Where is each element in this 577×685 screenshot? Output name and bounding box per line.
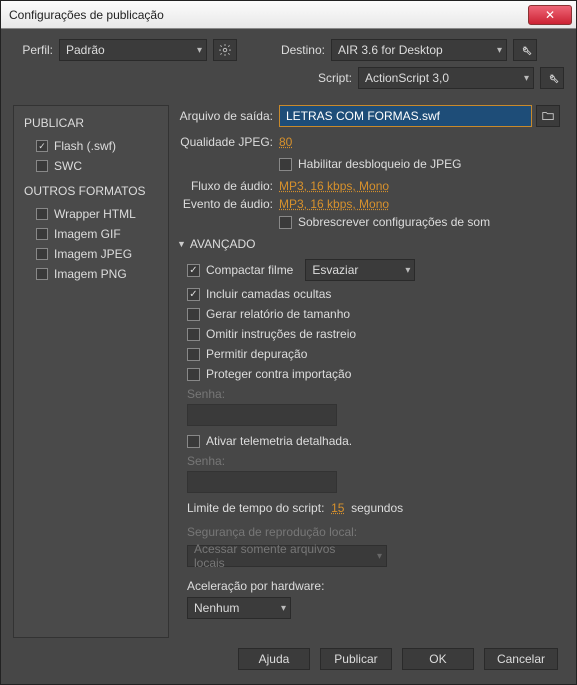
checkbox-icon[interactable] (36, 268, 48, 280)
audio-flow-label: Fluxo de áudio: (177, 179, 273, 193)
profile-label: Perfil: (13, 43, 53, 57)
compact-checkbox[interactable]: ✓ (187, 264, 200, 277)
jpeg-unlock-checkbox[interactable] (279, 158, 292, 171)
advanced-section-toggle[interactable]: ▼ AVANÇADO (177, 237, 560, 251)
audio-flow-value[interactable]: MP3, 16 kbps, Mono (279, 179, 389, 193)
browse-button[interactable] (536, 105, 560, 127)
checkbox-icon[interactable] (36, 228, 48, 240)
ok-button[interactable]: OK (402, 648, 474, 670)
profile-settings-button[interactable] (213, 39, 237, 61)
telemetry-checkbox[interactable] (187, 435, 200, 448)
jpeg-quality-label: Qualidade JPEG: (177, 135, 273, 149)
password-input-1 (187, 404, 337, 426)
help-button[interactable]: Ajuda (238, 648, 310, 670)
hw-accel-label: Aceleração por hardware: (187, 579, 560, 593)
password-label-2: Senha: (187, 454, 560, 468)
hw-accel-select[interactable]: Nenhum (187, 597, 291, 619)
sidebar-item-jpeg[interactable]: Imagem JPEG (18, 244, 164, 264)
footer: Ajuda Publicar OK Cancelar (13, 638, 564, 676)
target-select[interactable]: AIR 3.6 for Desktop (331, 39, 507, 61)
size-report-checkbox[interactable] (187, 308, 200, 321)
password-label-1: Senha: (187, 387, 560, 401)
compact-label: Compactar filme (206, 263, 293, 277)
protect-import-label: Proteger contra importação (206, 367, 351, 381)
checkbox-icon[interactable] (36, 248, 48, 260)
script-label: Script: (280, 71, 352, 85)
script-settings-button[interactable] (540, 67, 564, 89)
allow-debug-checkbox[interactable] (187, 348, 200, 361)
local-security-label: Segurança de reprodução local: (187, 525, 560, 539)
sidebar-head-other: OUTROS FORMATOS (18, 182, 164, 204)
titlebar: Configurações de publicação ✕ (1, 1, 576, 29)
checkbox-icon[interactable]: ✓ (36, 140, 48, 152)
audio-event-value[interactable]: MP3, 16 kbps, Mono (279, 197, 389, 211)
dialog-window: Configurações de publicação ✕ Perfil: Pa… (0, 0, 577, 685)
allow-debug-label: Permitir depuração (206, 347, 307, 361)
checkbox-icon[interactable] (36, 208, 48, 220)
size-report-label: Gerar relatório de tamanho (206, 307, 350, 321)
jpeg-quality-value[interactable]: 80 (279, 135, 292, 149)
telemetry-label: Ativar telemetria detalhada. (206, 434, 352, 448)
sidebar-item-png[interactable]: Imagem PNG (18, 264, 164, 284)
target-label: Destino: (253, 43, 325, 57)
script-limit-value[interactable]: 15 (331, 501, 344, 515)
target-settings-button[interactable] (513, 39, 537, 61)
folder-icon (541, 109, 555, 123)
compact-mode-select[interactable]: Esvaziar (305, 259, 415, 281)
protect-import-checkbox[interactable] (187, 368, 200, 381)
sidebar-item-wrapper[interactable]: Wrapper HTML (18, 204, 164, 224)
publish-button[interactable]: Publicar (320, 648, 392, 670)
settings-pane: Arquivo de saída: Qualidade JPEG: 80 Hab… (177, 105, 564, 638)
local-security-select: Acessar somente arquivos locais (187, 545, 387, 567)
password-input-2 (187, 471, 337, 493)
hidden-layers-checkbox[interactable]: ✓ (187, 288, 200, 301)
audio-event-label: Evento de áudio: (177, 197, 273, 211)
sidebar-item-swc[interactable]: SWC (18, 156, 164, 176)
script-limit-row: Limite de tempo do script: 15 segundos (187, 501, 560, 515)
override-sound-checkbox[interactable] (279, 216, 292, 229)
gear-icon (218, 43, 232, 57)
cancel-button[interactable]: Cancelar (484, 648, 558, 670)
sidebar-item-gif[interactable]: Imagem GIF (18, 224, 164, 244)
checkbox-icon[interactable] (36, 160, 48, 172)
output-file-label: Arquivo de saída: (177, 109, 273, 123)
override-sound-label: Sobrescrever configurações de som (298, 215, 490, 229)
profile-select[interactable]: Padrão (59, 39, 207, 61)
sidebar: PUBLICAR ✓ Flash (.swf) SWC OUTROS FORMA… (13, 105, 169, 638)
triangle-down-icon: ▼ (177, 239, 186, 249)
wrench-icon (545, 71, 559, 85)
sidebar-item-flash[interactable]: ✓ Flash (.swf) (18, 136, 164, 156)
omit-trace-checkbox[interactable] (187, 328, 200, 341)
window-title: Configurações de publicação (9, 8, 528, 22)
output-file-input[interactable] (279, 105, 532, 127)
jpeg-unlock-label: Habilitar desbloqueio de JPEG (298, 157, 461, 171)
content: Perfil: Padrão Destino: AIR 3.6 for Desk… (1, 29, 576, 684)
hidden-layers-label: Incluir camadas ocultas (206, 287, 331, 301)
script-select[interactable]: ActionScript 3,0 (358, 67, 534, 89)
omit-trace-label: Omitir instruções de rastreio (206, 327, 356, 341)
wrench-icon (518, 43, 532, 57)
close-button[interactable]: ✕ (528, 5, 572, 25)
sidebar-head-publish: PUBLICAR (18, 114, 164, 136)
